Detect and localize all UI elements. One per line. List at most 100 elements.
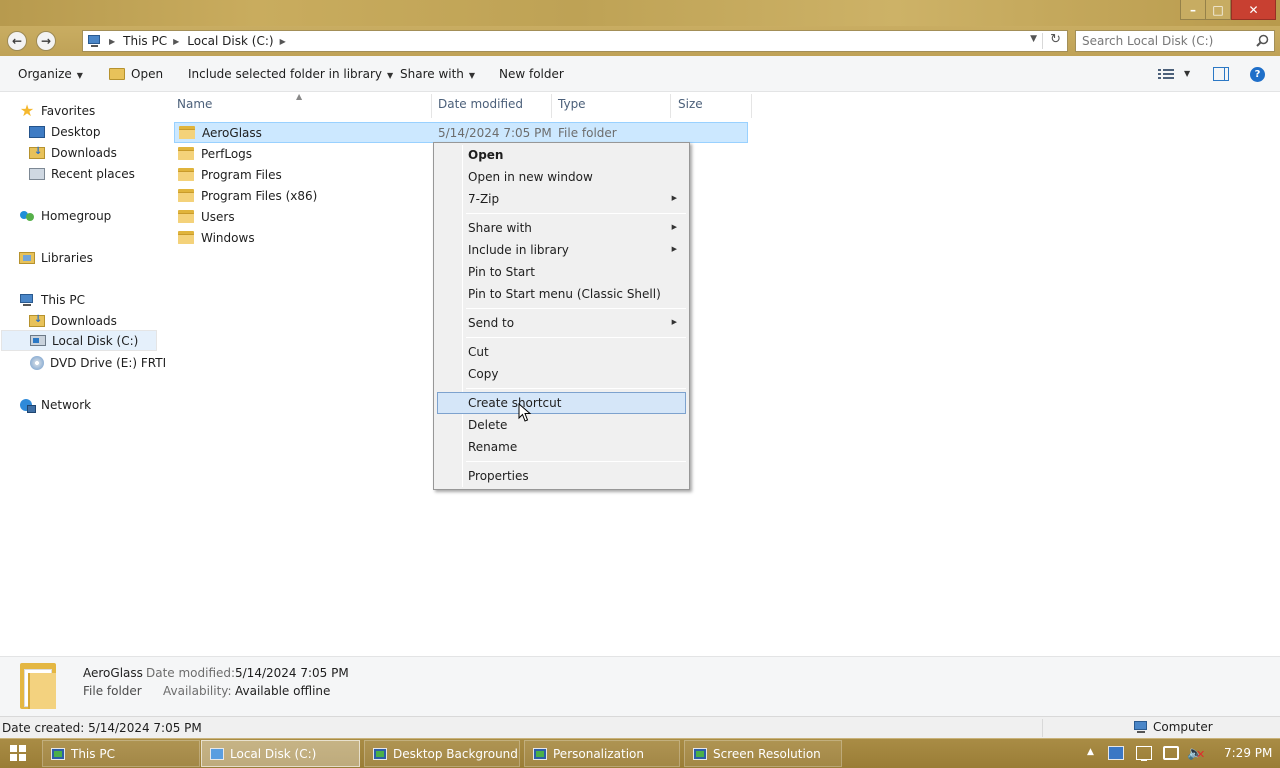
nav-label: This PC [41,292,85,307]
taskbar-item-local-disk[interactable]: Local Disk (C:) [201,740,360,767]
column-divider[interactable] [551,94,552,118]
file-row[interactable]: AeroGlass 5/14/2024 7:05 PM File folder [174,122,748,143]
new-folder-button[interactable]: New folder [499,67,564,81]
folder-icon [178,231,194,244]
breadcrumb-chevron-icon[interactable]: ▶ [109,37,115,46]
preview-pane-icon[interactable] [1213,67,1229,81]
nav-favorites[interactable]: ★ Favorites [19,100,95,121]
mouse-cursor-icon [518,403,532,422]
nav-item-desktop[interactable]: Desktop [29,121,101,142]
nav-item-pc-downloads[interactable]: Downloads [29,310,117,331]
column-divider[interactable] [431,94,432,118]
details-view-icon[interactable] [1158,69,1174,80]
menu-item-open[interactable]: Open [437,144,686,166]
details-date-modified-label: Date modified: [146,666,236,680]
column-header-type[interactable]: Type [558,97,586,111]
menu-item-create-shortcut[interactable]: Create shortcut [437,392,686,414]
menu-item-rename[interactable]: Rename [437,436,686,458]
column-divider[interactable] [751,94,752,118]
column-header-date-modified[interactable]: Date modified [438,97,523,111]
command-bar: Organize ▼ Open Include selected folder i… [0,56,1280,92]
taskbar-item-this-pc[interactable]: This PC [42,740,200,767]
menu-item-properties[interactable]: Properties [437,465,686,487]
submenu-arrow-icon: ▶ [671,223,677,231]
menu-item-pin-to-start-classic[interactable]: Pin to Start menu (Classic Shell) [437,283,686,305]
arrow-right-icon: → [40,34,52,48]
nav-label: Libraries [41,250,93,265]
nav-item-downloads[interactable]: Downloads [29,142,117,163]
submenu-arrow-icon: ▶ [671,318,677,326]
menu-separator [466,213,686,214]
breadcrumb-chevron-icon[interactable]: ▶ [280,37,286,46]
open-button[interactable]: Open [109,67,163,81]
column-divider[interactable] [670,94,671,118]
show-hidden-icons-chevron-icon[interactable]: ▲ [1087,747,1094,757]
close-button[interactable]: ✕ [1231,0,1276,20]
nav-this-pc[interactable]: This PC [19,289,85,310]
address-bar[interactable]: ▶ This PC ▶ Local Disk (C:) ▶ ▼ ↻ [82,30,1068,52]
nav-homegroup[interactable]: Homegroup [19,205,111,226]
navigation-pane: ★ Favorites Desktop Downloads Recent pla… [0,92,173,656]
menu-label: 7-Zip [468,192,500,206]
taskbar-clock[interactable]: 7:29 PM [1224,746,1272,760]
folder-icon [178,147,194,160]
menu-item-cut[interactable]: Cut [437,341,686,363]
share-with-button[interactable]: Share with ▼ [400,67,475,81]
breadcrumb-chevron-icon[interactable]: ▶ [173,37,179,46]
menu-item-delete[interactable]: Delete [437,414,686,436]
search-input[interactable]: Search Local Disk (C:) [1075,30,1275,52]
menu-item-open-new-window[interactable]: Open in new window [437,166,686,188]
monitor-icon [533,747,547,760]
menu-item-copy[interactable]: Copy [437,363,686,385]
column-header-size[interactable]: Size [678,97,703,111]
tray-app-icon[interactable] [1108,746,1124,760]
include-in-library-button[interactable]: Include selected folder in library ▼ [188,67,393,81]
network-tray-icon[interactable] [1163,746,1179,760]
refresh-icon[interactable]: ↻ [1050,32,1061,47]
open-label: Open [131,67,164,81]
organize-label: Organize [18,67,72,81]
search-placeholder: Search Local Disk (C:) [1082,34,1214,48]
volume-muted-icon[interactable]: 🔈 ✕ [1187,746,1205,761]
computer-icon [87,34,103,48]
nav-libraries[interactable]: Libraries [19,247,93,268]
menu-item-7zip[interactable]: 7-Zip ▶ [437,188,686,210]
taskbar-label: Screen Resolution [713,746,821,761]
nav-network[interactable]: Network [19,394,91,415]
menu-item-share-with[interactable]: Share with ▶ [437,217,686,239]
menu-item-include-in-library[interactable]: Include in library ▶ [437,239,686,261]
nav-item-local-disk[interactable]: Local Disk (C:) [1,330,157,351]
forward-button[interactable]: → [36,31,56,51]
star-icon: ★ [19,100,35,120]
help-icon[interactable]: ? [1250,67,1265,82]
taskbar-item-screen-resolution[interactable]: Screen Resolution [684,740,842,767]
dvd-drive-icon [30,355,44,370]
taskbar-label: This PC [71,746,115,761]
chevron-down-icon: ▼ [468,71,476,80]
menu-item-pin-to-start[interactable]: Pin to Start [437,261,686,283]
maximize-button[interactable]: □ [1205,0,1231,20]
folder-icon [178,210,194,223]
chevron-down-icon[interactable]: ▼ [1030,34,1037,44]
menu-label: Send to [468,316,515,330]
start-button[interactable] [10,745,27,762]
organize-button[interactable]: Organize ▼ [18,67,83,81]
back-button[interactable]: ← [7,31,27,51]
menu-separator [466,308,686,309]
breadcrumb-this-pc[interactable]: This PC [123,34,167,48]
taskbar-label: Local Disk (C:) [230,746,317,761]
search-icon[interactable] [1256,34,1269,47]
nav-item-dvd-drive[interactable]: DVD Drive (E:) FRTM [29,352,173,373]
column-header-name[interactable]: Name [177,97,212,111]
taskbar-item-personalization[interactable]: Personalization [524,740,680,767]
menu-item-send-to[interactable]: Send to ▶ [437,312,686,334]
taskbar-item-desktop-background[interactable]: Desktop Background [364,740,520,767]
chevron-down-icon[interactable]: ▼ [1184,69,1190,78]
nav-item-recent-places[interactable]: Recent places [29,163,135,184]
minimize-button[interactable]: – [1180,0,1206,20]
computer-icon [51,747,65,760]
chevron-down-icon: ▼ [386,71,394,80]
breadcrumb-local-disk[interactable]: Local Disk (C:) [187,34,273,48]
windows-logo-icon [10,745,17,752]
action-center-flag-icon[interactable] [1136,746,1152,761]
